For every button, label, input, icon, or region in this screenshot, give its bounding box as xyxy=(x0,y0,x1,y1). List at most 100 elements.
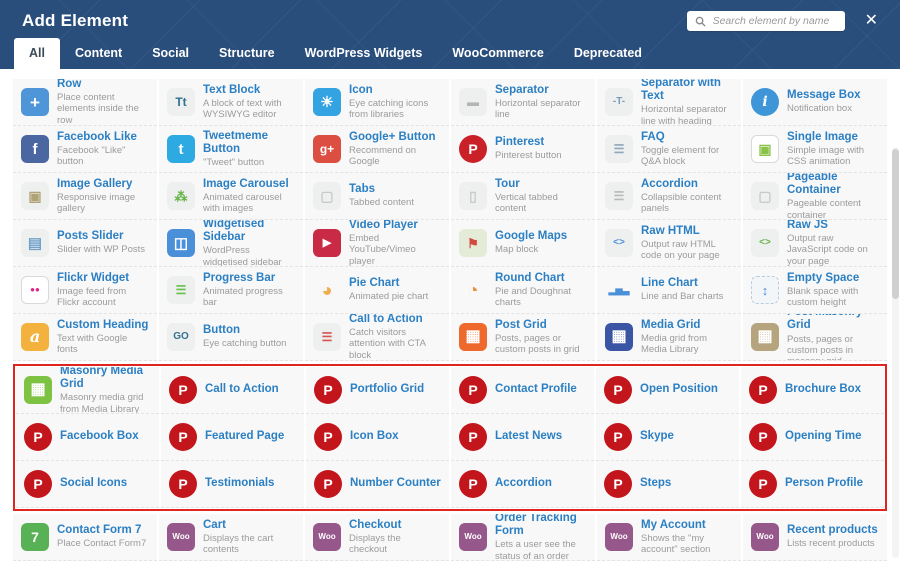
search-box[interactable] xyxy=(686,11,845,31)
element-card-checkout[interactable]: Woo Checkout Displays the checkout xyxy=(305,514,449,561)
element-title: Skype xyxy=(640,429,674,442)
close-button[interactable]: ✕ xyxy=(863,11,880,31)
element-card-contact-form-7[interactable]: 7 Contact Form 7 Place Contact Form7 xyxy=(13,514,157,561)
element-description: Horizontal separator line with heading xyxy=(641,104,727,126)
element-card-brochure-box[interactable]: P Brochure Box xyxy=(741,367,884,414)
element-card-image-carousel[interactable]: ⁂ Image Carousel Animated carousel with im… xyxy=(159,173,303,220)
woocommerce-icon: Woo xyxy=(459,523,487,551)
element-card-my-account[interactable]: Woo My Account Shows the "my account" sect… xyxy=(597,514,741,561)
element-card-posts-slider[interactable]: ▤ Posts Slider Slider with WP Posts xyxy=(13,220,157,267)
woocommerce-icon: Woo xyxy=(751,523,779,551)
map-pin-icon: ⚑ xyxy=(459,229,487,257)
element-card-latest-news[interactable]: P Latest News xyxy=(451,414,594,461)
element-card-call-to-action[interactable]: P Call to Action xyxy=(161,367,304,414)
element-card-portfolio-grid[interactable]: P Portfolio Grid xyxy=(306,367,449,414)
element-card-separator[interactable]: ▬ Separator Horizontal separator line xyxy=(451,79,595,126)
empty-space-icon: ↕ xyxy=(751,276,779,304)
scrollbar-track[interactable] xyxy=(892,147,899,558)
scrollbar-thumb[interactable] xyxy=(892,149,899,299)
element-card-tweetmeme-button[interactable]: t Tweetmeme Button "Tweet" button xyxy=(159,126,303,173)
tab-social[interactable]: Social xyxy=(137,38,204,69)
element-card-accordion[interactable]: P Accordion xyxy=(451,461,594,508)
element-title: Icon xyxy=(349,83,373,96)
element-card-image-gallery[interactable]: ▣ Image Gallery Responsive image gallery xyxy=(13,173,157,220)
element-card-contact-profile[interactable]: P Contact Profile xyxy=(451,367,594,414)
element-card-accordion[interactable]: ☰ Accordion Collapsible content panels xyxy=(597,173,741,220)
element-card-pageable-container[interactable]: ▢ Pageable Container Pageable content cont… xyxy=(743,173,887,220)
element-card-person-profile[interactable]: P Person Profile xyxy=(741,461,884,508)
element-title: Tabs xyxy=(349,183,375,196)
tab-deprecated[interactable]: Deprecated xyxy=(559,38,657,69)
element-card-raw-js[interactable]: <> Raw JS Output raw JavaScript code on yo… xyxy=(743,220,887,267)
element-card-tabs[interactable]: ▢ Tabs Tabbed content xyxy=(305,173,449,220)
tab-structure[interactable]: Structure xyxy=(204,38,290,69)
element-grid-highlighted: ▦ Masonry Media Grid Masonry media grid fr… xyxy=(16,367,884,508)
element-card-number-counter[interactable]: P Number Counter xyxy=(306,461,449,508)
porto-p-icon: P xyxy=(749,470,777,498)
element-card-order-tracking-form[interactable]: Woo Order Tracking Form Lets a user see th… xyxy=(451,514,595,561)
text-icon: Tt xyxy=(167,88,195,116)
element-description: Masonry media grid from Media Library xyxy=(60,392,144,414)
element-card-post-masonry-grid[interactable]: ▦ Post Masonry GridPosts, pages or custom… xyxy=(743,314,887,361)
element-card-empty-space[interactable]: ↕ Empty Space Blank space with custom heig… xyxy=(743,267,887,314)
element-card-flickr-widget[interactable]: ●● Flickr Widget Image feed from Flickr ac… xyxy=(13,267,157,314)
element-description: Posts, pages or custom posts in masonry … xyxy=(787,333,854,360)
element-card-google-maps[interactable]: ⚑ Google Maps Map block xyxy=(451,220,595,267)
search-input[interactable] xyxy=(710,14,837,28)
element-card-widgetised-sidebar[interactable]: ◫ Widgetised Sidebar WordPress widgetised … xyxy=(159,220,303,267)
element-card-facebook-box[interactable]: P Facebook Box xyxy=(16,414,159,461)
element-card-text-block[interactable]: Tt Text Block A block of text with WYSIWYG… xyxy=(159,79,303,126)
element-card-line-chart[interactable]: ▂▅▃ Line Chart Line and Bar charts xyxy=(597,267,741,314)
element-card-message-box[interactable]: i Message Box Notification box xyxy=(743,79,887,126)
element-card-button[interactable]: GO Button Eye catching button xyxy=(159,314,303,361)
element-title: Pageable Container xyxy=(787,173,841,197)
element-card-round-chart[interactable]: ◔ Round Chart Pie and Doughnat charts xyxy=(451,267,595,314)
element-title: Number Counter xyxy=(350,476,441,489)
element-card-masonry-media-grid[interactable]: ▦ Masonry Media Grid Masonry media grid fr… xyxy=(16,367,159,414)
element-card-row[interactable]: + Row Place content elements inside the ro… xyxy=(13,79,157,126)
tab-wordpress-widgets[interactable]: WordPress Widgets xyxy=(290,38,438,69)
element-card-pinterest[interactable]: P Pinterest Pinterest button xyxy=(451,126,595,173)
element-card-media-grid[interactable]: ▦ Media Grid Media grid from Media Library xyxy=(597,314,741,361)
element-card-separator-with-text[interactable]: -T- Separator with Text Horizontal separat… xyxy=(597,79,741,126)
element-card-single-image[interactable]: ▣ Single Image Simple image with CSS anima… xyxy=(743,126,887,173)
red-highlight-box: ▦ Masonry Media Grid Masonry media grid fr… xyxy=(13,364,887,511)
element-description: Slider with WP Posts xyxy=(57,244,145,256)
element-card-opening-time[interactable]: P Opening Time xyxy=(741,414,884,461)
element-title: Post Grid xyxy=(495,318,547,331)
porto-p-icon: P xyxy=(314,470,342,498)
porto-p-icon: P xyxy=(314,423,342,451)
element-card-social-icons[interactable]: P Social Icons xyxy=(16,461,159,508)
element-title: Contact Form 7 xyxy=(57,524,142,537)
element-description: Pie and Doughnat charts xyxy=(495,285,572,309)
element-card-icon[interactable]: ☀ Icon Eye catching icons from libraries xyxy=(305,79,449,126)
separator-line-icon: ▬ xyxy=(459,88,487,116)
element-card-skype[interactable]: P Skype xyxy=(596,414,739,461)
element-description: Responsive image gallery xyxy=(57,191,136,215)
faq-lines-icon: ☰ xyxy=(605,135,633,163)
element-card-cart[interactable]: Woo Cart Displays the cart contents xyxy=(159,514,303,561)
element-title: Accordion xyxy=(641,177,698,190)
porto-p-icon: P xyxy=(24,470,52,498)
element-card-faq[interactable]: ☰ FAQ Toggle element for Q&A block xyxy=(597,126,741,173)
element-card-raw-html[interactable]: <> Raw HTML Output raw HTML code on your p… xyxy=(597,220,741,267)
element-card-testimonials[interactable]: P Testimonials xyxy=(161,461,304,508)
element-card-steps[interactable]: P Steps xyxy=(596,461,739,508)
element-card-tour[interactable]: ▯ Tour Vertical tabbed content xyxy=(451,173,595,220)
tab-content[interactable]: Content xyxy=(60,38,137,69)
tab-woocommerce[interactable]: WooCommerce xyxy=(437,38,558,69)
element-card-call-to-action[interactable]: ☰ Call to Action Catch visitors attention … xyxy=(305,314,449,361)
element-card-google-button[interactable]: g+ Google+ Button Recommend on Google xyxy=(305,126,449,173)
element-card-icon-box[interactable]: P Icon Box xyxy=(306,414,449,461)
element-card-pie-chart[interactable]: ◕ Pie Chart Animated pie chart xyxy=(305,267,449,314)
tab-all[interactable]: All xyxy=(14,38,60,69)
element-description: Animated progress bar xyxy=(203,285,283,309)
element-card-custom-heading[interactable]: a Custom Heading Text with Google fonts xyxy=(13,314,157,361)
element-card-post-grid[interactable]: ▦ Post Grid Posts, pages or custom posts i… xyxy=(451,314,595,361)
element-card-featured-page[interactable]: P Featured Page xyxy=(161,414,304,461)
element-card-recent-products[interactable]: Woo Recent products Lists recent products xyxy=(743,514,887,561)
element-card-progress-bar[interactable]: ☰ Progress Bar Animated progress bar xyxy=(159,267,303,314)
element-card-open-position[interactable]: P Open Position xyxy=(596,367,739,414)
element-card-facebook-like[interactable]: f Facebook Like Facebook "Like" button xyxy=(13,126,157,173)
element-card-video-player[interactable]: ▶ Video Player Embed YouTube/Vimeo player xyxy=(305,220,449,267)
